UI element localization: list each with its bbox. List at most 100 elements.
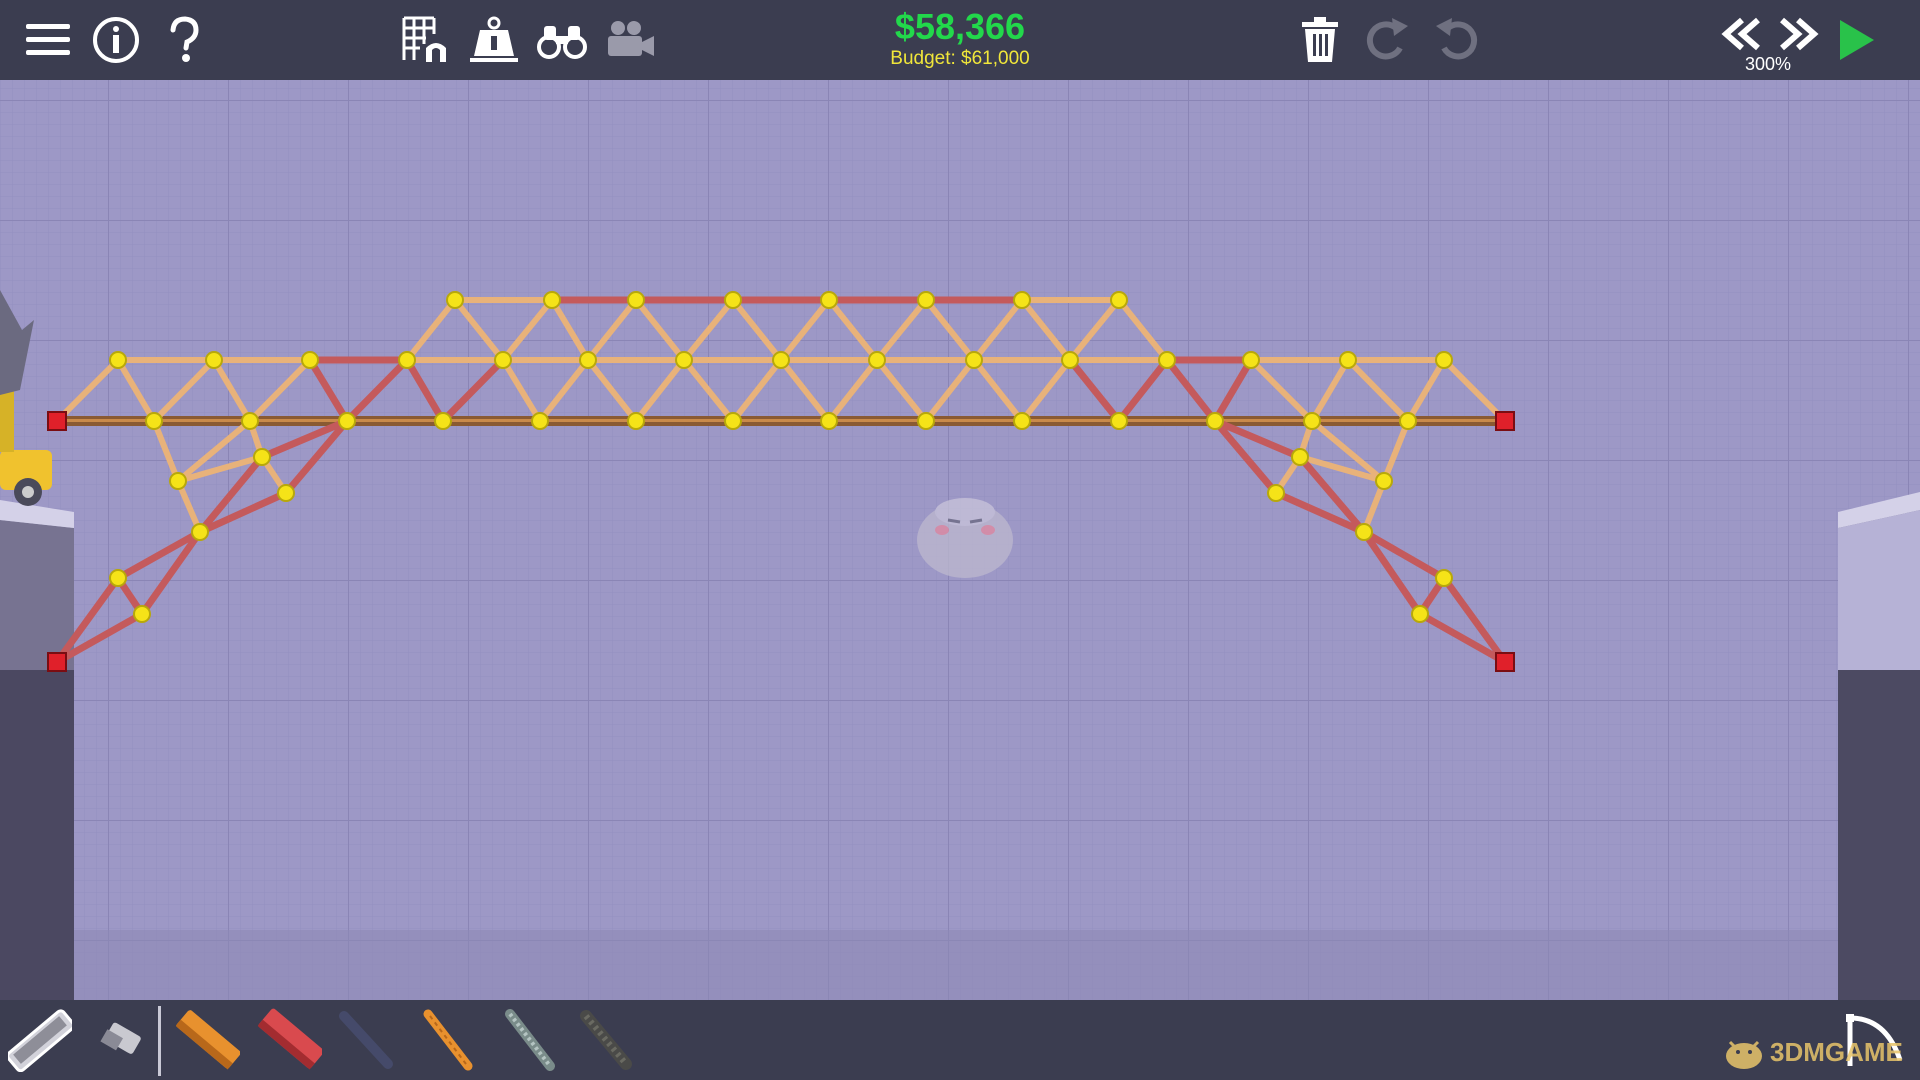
wood-beam-icon <box>423 1009 473 1071</box>
joint[interactable] <box>543 291 561 309</box>
joint[interactable] <box>338 412 356 430</box>
anchor-point[interactable] <box>47 411 67 431</box>
eraser-tool-button[interactable] <box>86 1004 158 1076</box>
joint[interactable] <box>1013 291 1031 309</box>
redo-icon <box>1366 18 1408 60</box>
ground-shadow <box>74 930 1838 1000</box>
spring-icon <box>580 1010 632 1070</box>
joint[interactable] <box>191 523 209 541</box>
reinforced-road-icon <box>258 1008 322 1070</box>
wood-material-button[interactable] <box>172 1004 244 1076</box>
eraser-icon <box>100 1022 141 1054</box>
joint[interactable] <box>253 448 271 466</box>
joint[interactable] <box>398 351 416 369</box>
joint[interactable] <box>133 605 151 623</box>
steel-material-button[interactable] <box>494 1004 566 1076</box>
joint[interactable] <box>1303 412 1321 430</box>
right-cliff <box>1838 492 1920 1000</box>
joint[interactable] <box>1291 448 1309 466</box>
joint[interactable] <box>1110 291 1128 309</box>
joint[interactable] <box>917 291 935 309</box>
toolbar-divider <box>158 1006 161 1076</box>
joint[interactable] <box>494 351 512 369</box>
joint[interactable] <box>1206 412 1224 430</box>
joint[interactable] <box>205 351 223 369</box>
joint[interactable] <box>1355 523 1373 541</box>
wood-plank-icon <box>176 1010 240 1070</box>
joint[interactable] <box>772 351 790 369</box>
delete-button[interactable] <box>1288 8 1352 72</box>
binoculars-icon <box>537 26 587 59</box>
joint[interactable] <box>1267 484 1285 502</box>
help-icon <box>170 16 199 62</box>
play-button[interactable] <box>1822 8 1886 72</box>
undo-icon <box>1436 18 1478 60</box>
joint[interactable] <box>820 291 838 309</box>
joint[interactable] <box>917 412 935 430</box>
menu-button[interactable] <box>16 8 80 72</box>
undo-button[interactable] <box>1424 8 1488 72</box>
joint[interactable] <box>277 484 295 502</box>
weight-icon <box>470 16 518 62</box>
mascot-logo-icon <box>1726 1040 1762 1069</box>
grid-toggle-button[interactable] <box>394 8 458 72</box>
joint[interactable] <box>169 472 187 490</box>
joint[interactable] <box>434 412 452 430</box>
joint[interactable] <box>1435 569 1453 587</box>
joint[interactable] <box>1061 351 1079 369</box>
anchor-point[interactable] <box>1495 411 1515 431</box>
joint[interactable] <box>627 291 645 309</box>
joint[interactable] <box>1399 412 1417 430</box>
joint[interactable] <box>1110 412 1128 430</box>
joint[interactable] <box>965 351 983 369</box>
joint[interactable] <box>627 412 645 430</box>
joint[interactable] <box>1158 351 1176 369</box>
joint[interactable] <box>1013 412 1031 430</box>
joint[interactable] <box>820 412 838 430</box>
spring-material-button[interactable] <box>570 1004 642 1076</box>
rope-material-button[interactable] <box>330 1004 402 1076</box>
anchor-button[interactable] <box>462 8 526 72</box>
road-material-button[interactable] <box>4 1004 76 1076</box>
joint[interactable] <box>301 351 319 369</box>
joint[interactable] <box>1411 605 1429 623</box>
joint[interactable] <box>145 412 163 430</box>
joint[interactable] <box>1242 351 1260 369</box>
joint[interactable] <box>1435 351 1453 369</box>
steel-cable-icon <box>505 1009 555 1071</box>
rope-icon <box>339 1011 393 1069</box>
camera-button[interactable] <box>598 8 662 72</box>
joint[interactable] <box>531 412 549 430</box>
menu-icon <box>26 24 70 55</box>
joint[interactable] <box>109 351 127 369</box>
joint[interactable] <box>724 291 742 309</box>
top-toolbar: $58,366 Budget: $61,000 300% <box>0 0 1920 80</box>
anchor-point[interactable] <box>47 652 67 672</box>
wood-beam-material-button[interactable] <box>412 1004 484 1076</box>
camera-icon <box>608 21 654 56</box>
play-icon <box>1840 20 1874 60</box>
joint[interactable] <box>724 412 742 430</box>
watermark-text: 3DMGAME <box>1770 1036 1903 1067</box>
help-button[interactable] <box>152 8 216 72</box>
grid-toggle-icon <box>402 16 446 62</box>
binoculars-button[interactable] <box>530 8 594 72</box>
left-cliff <box>0 500 74 1000</box>
road-material-icon <box>8 1009 72 1072</box>
speed-label: 300% <box>1744 54 1792 74</box>
info-button[interactable] <box>84 8 148 72</box>
joint[interactable] <box>1339 351 1357 369</box>
joint[interactable] <box>579 351 597 369</box>
joint[interactable] <box>675 351 693 369</box>
anchor-point[interactable] <box>1495 652 1515 672</box>
build-canvas[interactable] <box>0 0 1920 1080</box>
redo-button[interactable] <box>1356 8 1420 72</box>
joint[interactable] <box>446 291 464 309</box>
joint[interactable] <box>241 412 259 430</box>
joint[interactable] <box>868 351 886 369</box>
info-icon <box>93 17 139 63</box>
reinforced-road-material-button[interactable] <box>254 1004 326 1076</box>
trash-icon <box>1302 17 1338 62</box>
joint[interactable] <box>1375 472 1393 490</box>
joint[interactable] <box>109 569 127 587</box>
